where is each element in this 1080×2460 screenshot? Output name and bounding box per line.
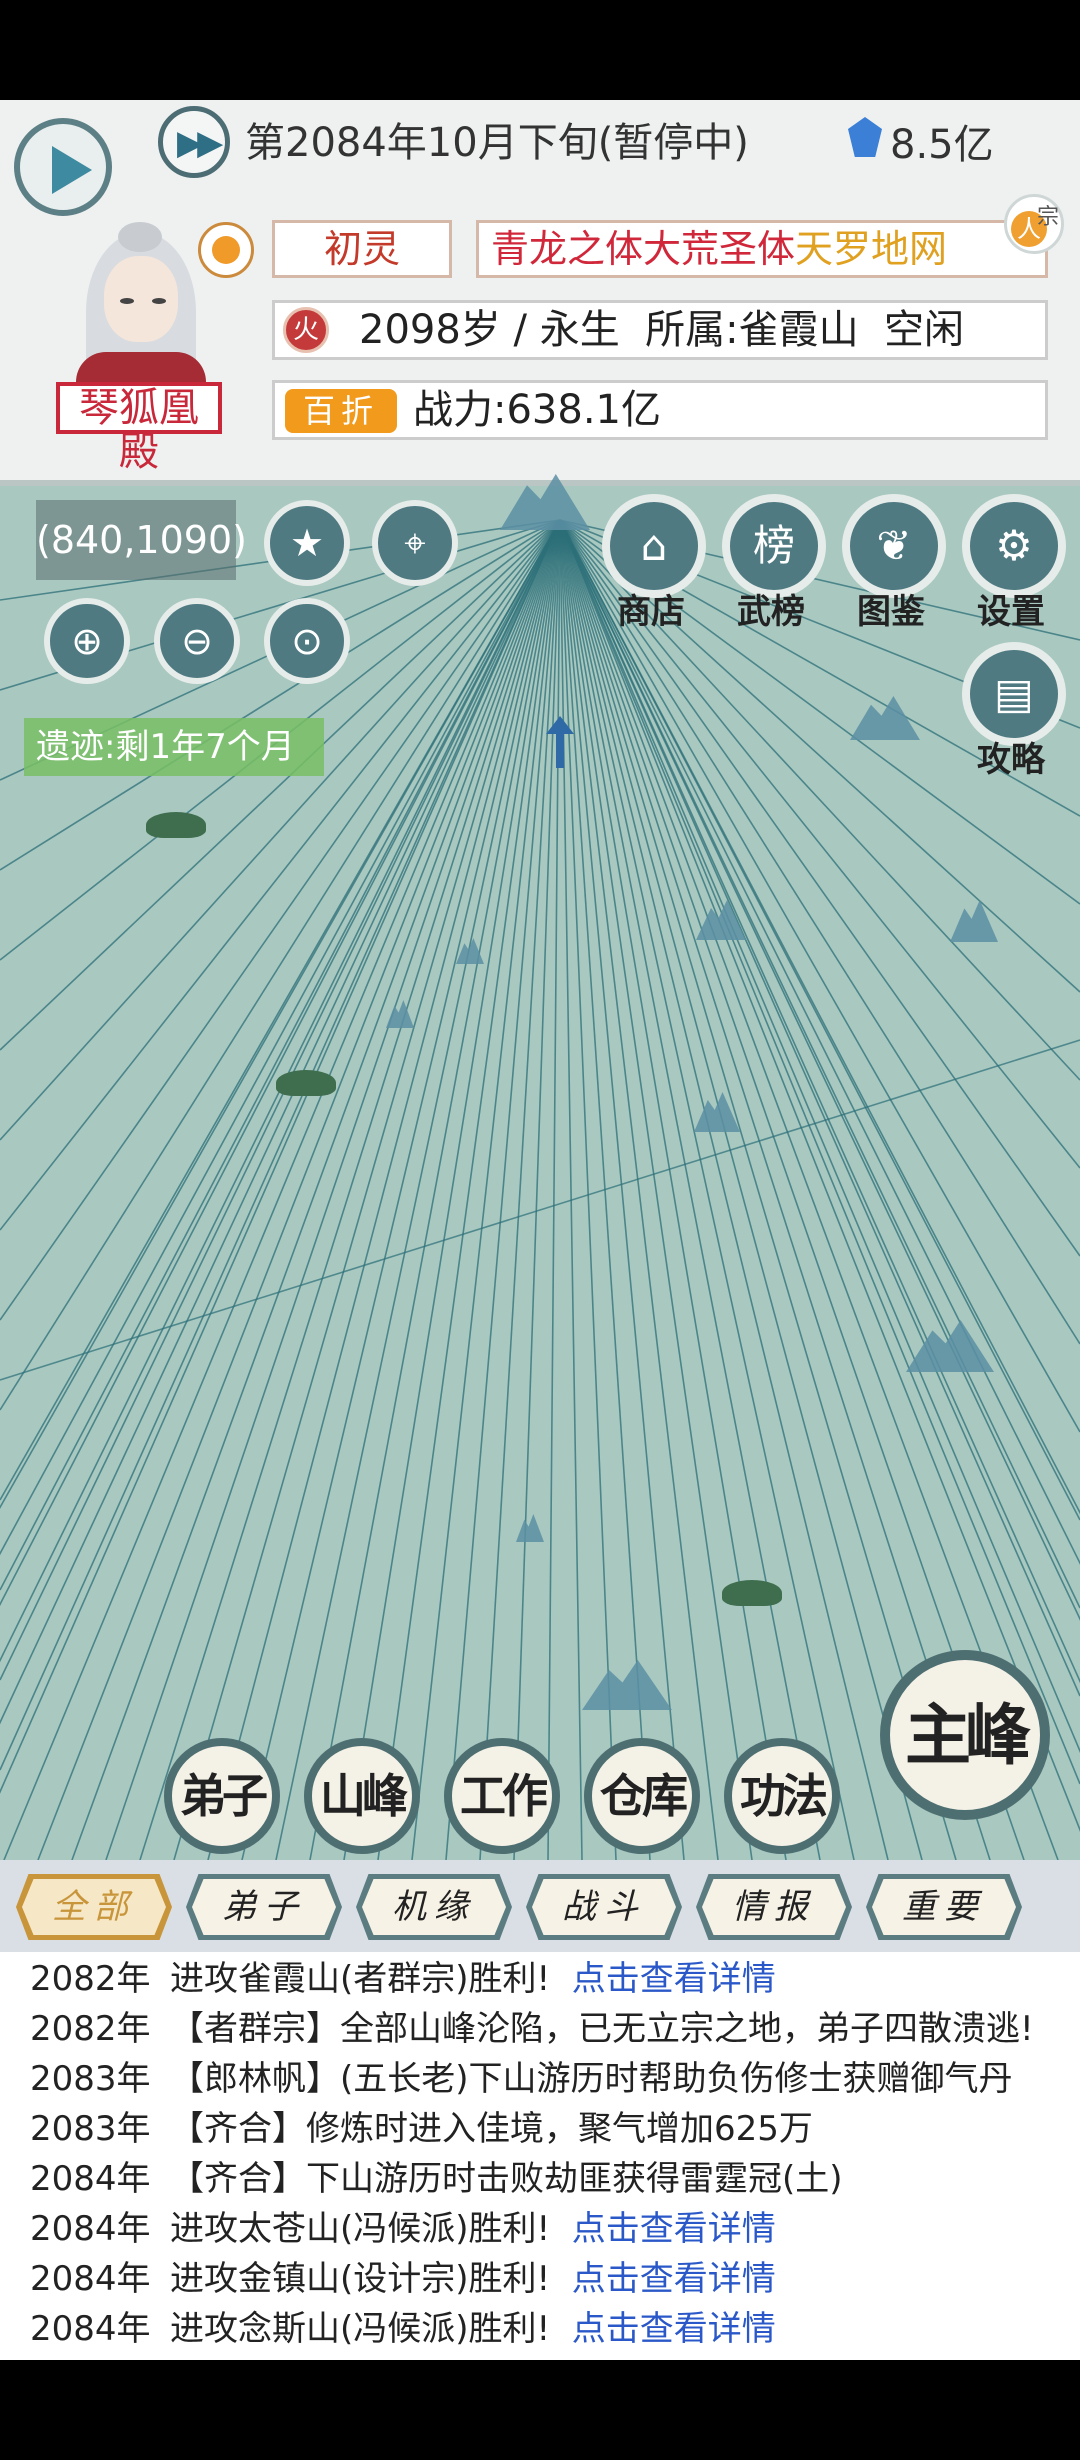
- physique-primary: 青龙之体大荒圣体: [491, 227, 796, 271]
- zoom-out-icon: ⊖: [181, 619, 213, 663]
- crosshair-icon: ⊙: [291, 619, 323, 663]
- play-button[interactable]: [14, 118, 112, 216]
- log-entry: 2082年 进攻雀霞山(者群宗)胜利! 点击查看详情: [30, 1959, 776, 1999]
- log-entry: 2084年 进攻太苍山(冯候派)胜利! 点击查看详情: [30, 2209, 776, 2249]
- favorite-button[interactable]: ★: [264, 500, 350, 586]
- fast-forward-button[interactable]: ▶▶: [158, 106, 230, 178]
- settings-label: 设置: [977, 592, 1045, 632]
- tab-important[interactable]: 重要: [866, 1874, 1022, 1940]
- tab-intel[interactable]: 情报: [696, 1874, 852, 1940]
- guide-label: 攻略: [977, 740, 1045, 780]
- forest-marker[interactable]: [146, 812, 206, 838]
- status-bar: [0, 0, 1080, 100]
- gear-icon: ⚙: [995, 521, 1033, 570]
- view-details-link[interactable]: 点击查看详情: [572, 2209, 776, 2249]
- avatar-eye: [152, 298, 166, 304]
- north-arrow-icon: [546, 716, 574, 768]
- play-icon: [52, 146, 92, 194]
- work-button[interactable]: 工作: [444, 1738, 560, 1854]
- avatar-eye: [120, 298, 134, 304]
- forest-marker[interactable]: [722, 1580, 782, 1606]
- route-lines: [0, 519, 1080, 1860]
- skills-button[interactable]: 功法: [724, 1738, 840, 1854]
- log-entry: 2084年 进攻念斯山(冯候派)胜利! 点击查看详情: [30, 2309, 776, 2349]
- leaf-icon: ❦: [876, 521, 912, 570]
- element-fire-icon: 火: [283, 307, 329, 353]
- book-icon: ▤: [994, 669, 1034, 718]
- route-line: [0, 519, 561, 1771]
- zoom-in-icon: ⊕: [71, 619, 103, 663]
- codex-button[interactable]: ❦: [842, 494, 946, 598]
- route-line: [559, 519, 787, 1860]
- tab-all[interactable]: 全部: [16, 1874, 172, 1940]
- disciples-button[interactable]: 弟子: [164, 1738, 280, 1854]
- combat-power: 战力:638.1亿: [413, 387, 661, 433]
- realm-label: 初灵: [272, 220, 452, 278]
- log-entry: 2083年 【齐合】修炼时进入佳境，聚气增加625万: [30, 2109, 813, 2149]
- sun-icon: [198, 222, 254, 278]
- star-icon: ★: [289, 521, 325, 565]
- recenter-button[interactable]: ⊙: [264, 598, 350, 684]
- character-info-row: 火 2098岁 / 永生 所属:雀霞山 空闲: [272, 300, 1048, 360]
- log-entry: 2083年 【郎林帆】(五长老)下山游历时帮助负伤修士获赠御气丹: [30, 2059, 1013, 2099]
- view-details-link[interactable]: 点击查看详情: [572, 1959, 776, 1999]
- world-map[interactable]: [0, 480, 1080, 1860]
- location-pin-icon: ⌖: [404, 521, 426, 565]
- character-info-text: 2098岁 / 永生 所属:雀霞山 空闲: [359, 307, 965, 353]
- power-row: 百折 战力:638.1亿: [272, 380, 1048, 440]
- renzong-toggle-button[interactable]: 人宗: [1004, 194, 1064, 254]
- settings-button[interactable]: ⚙: [962, 494, 1066, 598]
- tab-battle[interactable]: 战斗: [526, 1874, 682, 1940]
- tab-opportunity[interactable]: 机缘: [356, 1874, 512, 1940]
- shop-button[interactable]: ⌂: [602, 494, 706, 598]
- codex-label: 图鉴: [857, 592, 925, 632]
- nav-bar: [0, 2360, 1080, 2460]
- physique-secondary: 天罗地网: [795, 227, 948, 271]
- warehouse-button[interactable]: 仓库: [584, 1738, 700, 1854]
- zoom-out-button[interactable]: ⊖: [154, 598, 240, 684]
- game-date: 第2084年10月下旬(暂停中): [245, 120, 749, 166]
- avatar-bun: [118, 222, 162, 252]
- view-details-link[interactable]: 点击查看详情: [572, 2259, 776, 2299]
- ranking-label: 武榜: [737, 592, 805, 632]
- shop-label: 商店: [617, 592, 685, 632]
- spirit-stone-count: 8.5亿: [890, 122, 994, 168]
- log-entry: 2084年 【齐合】下山游历时击败劫匪获得雷霆冠(土): [30, 2159, 843, 2199]
- route-line: [377, 519, 561, 1860]
- forest-marker[interactable]: [276, 1070, 336, 1096]
- log-entry: 2082年 【者群宗】全部山峰沦陷，已无立宗之地，弟子四散溃逃!: [30, 2009, 1034, 2049]
- zoom-in-button[interactable]: ⊕: [44, 598, 130, 684]
- tab-disciples[interactable]: 弟子: [186, 1874, 342, 1940]
- avatar-face: [104, 256, 178, 342]
- renzong-right: 宗: [1037, 205, 1060, 230]
- view-details-link[interactable]: 点击查看详情: [572, 2309, 776, 2349]
- main-peak-button[interactable]: 主峰: [880, 1650, 1050, 1820]
- coordinate-readout: (840,1090): [36, 500, 247, 580]
- ruins-timer[interactable]: 遗迹:剩1年7个月: [24, 718, 324, 776]
- location-button[interactable]: ⌖: [372, 500, 458, 586]
- event-log[interactable]: 2082年 进攻雀霞山(者群宗)胜利! 点击查看详情 2082年 【者群宗】全部山峰…: [0, 1952, 1080, 2360]
- sect-name-seal: 琴狐凰殿: [56, 382, 222, 474]
- shop-icon: ⌂: [640, 521, 668, 570]
- ranking-icon: 榜: [752, 521, 795, 570]
- log-entry: 2084年 进攻金镇山(设计宗)胜利! 点击查看详情: [30, 2259, 776, 2299]
- physique-label: 青龙之体大荒圣体天罗地网: [476, 220, 1048, 278]
- peak-button[interactable]: 山峰: [304, 1738, 420, 1854]
- ranking-button[interactable]: 榜: [722, 494, 826, 598]
- guide-button[interactable]: ▤: [962, 642, 1066, 746]
- fast-forward-icon: ▶▶: [177, 123, 223, 163]
- trait-badge: 百折: [285, 389, 397, 433]
